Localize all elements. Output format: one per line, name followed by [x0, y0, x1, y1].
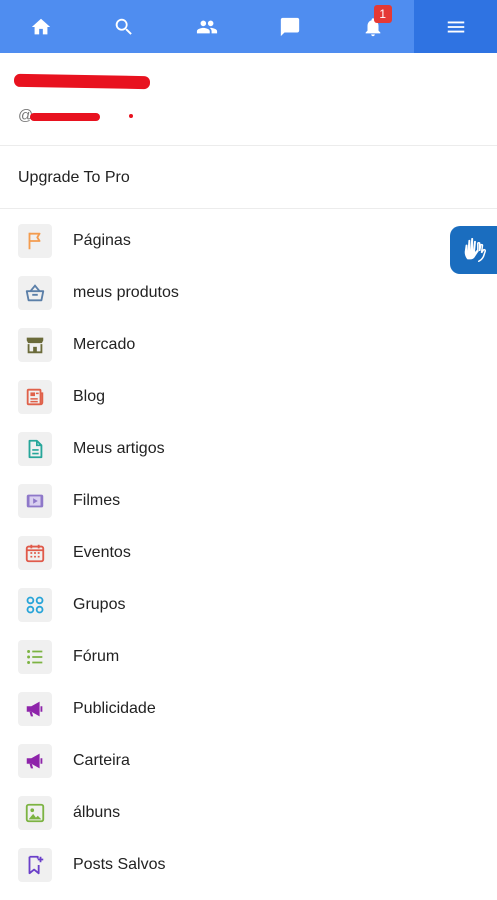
upgrade-label: Upgrade To Pro [18, 169, 130, 186]
groups-icon [26, 596, 44, 614]
menu-item-label: meus produtos [73, 284, 179, 301]
redaction-mark-name [13, 73, 151, 90]
menu-item-carteira[interactable]: Carteira [0, 735, 497, 787]
profile-header[interactable]: @ [0, 53, 497, 146]
top-navigation-bar: 1 [0, 0, 497, 53]
menu-item-label: Mercado [73, 336, 136, 353]
document-icon [28, 439, 43, 459]
video-icon [26, 494, 44, 508]
menu-item-label: Grupos [73, 596, 126, 613]
search-icon [115, 18, 133, 35]
menu-item-blog[interactable]: Blog [0, 371, 497, 423]
menu-item-label: álbuns [73, 804, 121, 821]
image-icon [25, 803, 45, 823]
nav-search-button[interactable] [83, 0, 166, 53]
bookmark-icon [28, 855, 44, 875]
hamburger-menu-icon [447, 21, 464, 32]
menu-item-mercado[interactable]: Mercado [0, 319, 497, 371]
flag-icon [28, 232, 41, 250]
menu-item-meus-produtos[interactable]: meus produtos [0, 267, 497, 319]
menu-item-label: Meus artigos [73, 440, 165, 457]
people-icon [196, 20, 218, 33]
menu-item-forum[interactable]: Fórum [0, 631, 497, 683]
basket-icon [25, 284, 45, 302]
menu-item-paginas[interactable]: Páginas [0, 215, 497, 267]
menu-item-label: Fórum [73, 648, 120, 665]
home-icon [32, 18, 51, 34]
store-icon [26, 337, 44, 354]
menu-item-label: Filmes [73, 492, 121, 509]
menu-item-label: Eventos [73, 544, 131, 561]
menu-item-label: Blog [73, 388, 106, 405]
redaction-mark-dot [129, 114, 133, 118]
nav-friends-button[interactable] [166, 0, 249, 53]
nav-messages-button[interactable] [248, 0, 331, 53]
nav-home-button[interactable] [0, 0, 83, 53]
side-menu-list: Páginas meus produtos Mercado Blog Meus … [0, 215, 497, 891]
menu-item-publicidade[interactable]: Publicidade [0, 683, 497, 735]
sign-language-hands-icon [464, 238, 487, 262]
nav-menu-button[interactable] [414, 0, 497, 53]
list-icon [27, 650, 43, 664]
nav-notifications-button[interactable]: 1 [331, 0, 414, 53]
calendar-icon [25, 544, 45, 563]
megaphone-icon [26, 701, 43, 717]
menu-item-label: Páginas [73, 232, 131, 249]
menu-item-meus-artigos[interactable]: Meus artigos [0, 423, 497, 475]
menu-item-albuns[interactable]: álbuns [0, 787, 497, 839]
menu-item-grupos[interactable]: Grupos [0, 579, 497, 631]
megaphone-icon [26, 753, 43, 769]
menu-item-posts-salvos[interactable]: Posts Salvos [0, 839, 497, 891]
menu-item-label: Posts Salvos [73, 856, 166, 873]
menu-item-filmes[interactable]: Filmes [0, 475, 497, 527]
redaction-mark-handle [30, 113, 100, 121]
menu-item-label: Carteira [73, 752, 130, 769]
menu-item-label: Publicidade [73, 700, 156, 717]
notification-badge: 1 [373, 5, 392, 23]
upgrade-to-pro-link[interactable]: Upgrade To Pro [0, 147, 497, 209]
menu-item-eventos[interactable]: Eventos [0, 527, 497, 579]
newspaper-icon [26, 388, 44, 406]
accessibility-sign-language-button[interactable] [450, 226, 497, 274]
chat-icon [280, 17, 300, 36]
